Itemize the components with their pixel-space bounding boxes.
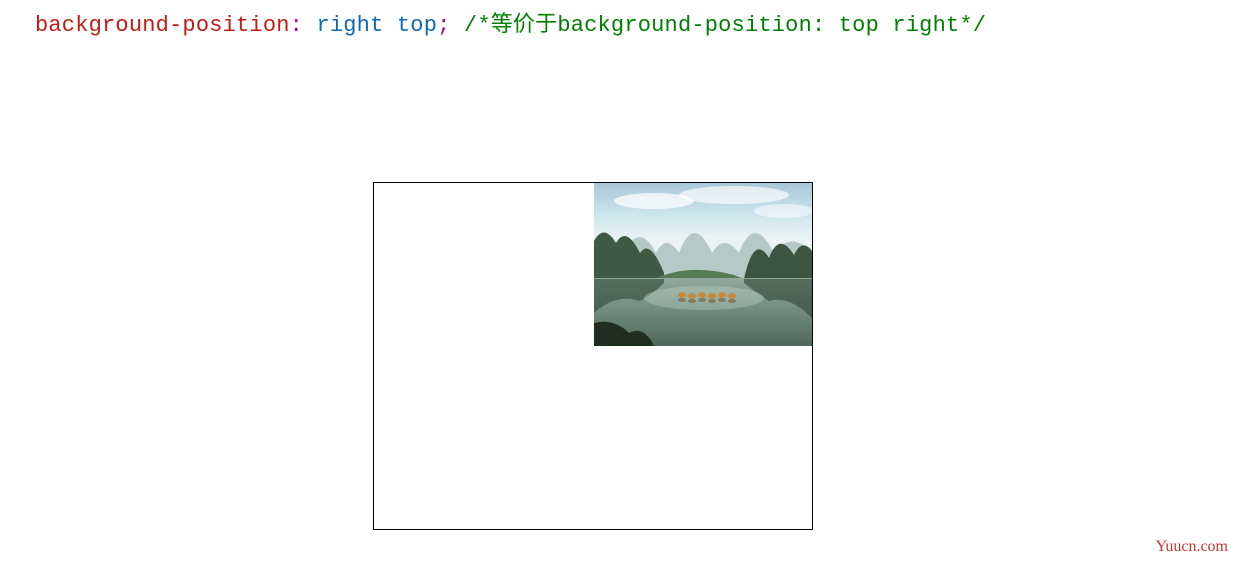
css-value-top: top [397, 13, 437, 38]
colon: : [290, 13, 303, 38]
landscape-image [594, 183, 812, 346]
css-comment: /*等价于background-position: top right*/ [464, 13, 986, 38]
demo-container [373, 182, 813, 530]
code-line: background-position: right top; /*等价于bac… [35, 6, 986, 38]
watermark: Yuucn.com [1156, 538, 1228, 556]
css-property: background-position [35, 13, 290, 38]
css-value-right: right [316, 13, 383, 38]
semicolon: ; [437, 13, 450, 38]
